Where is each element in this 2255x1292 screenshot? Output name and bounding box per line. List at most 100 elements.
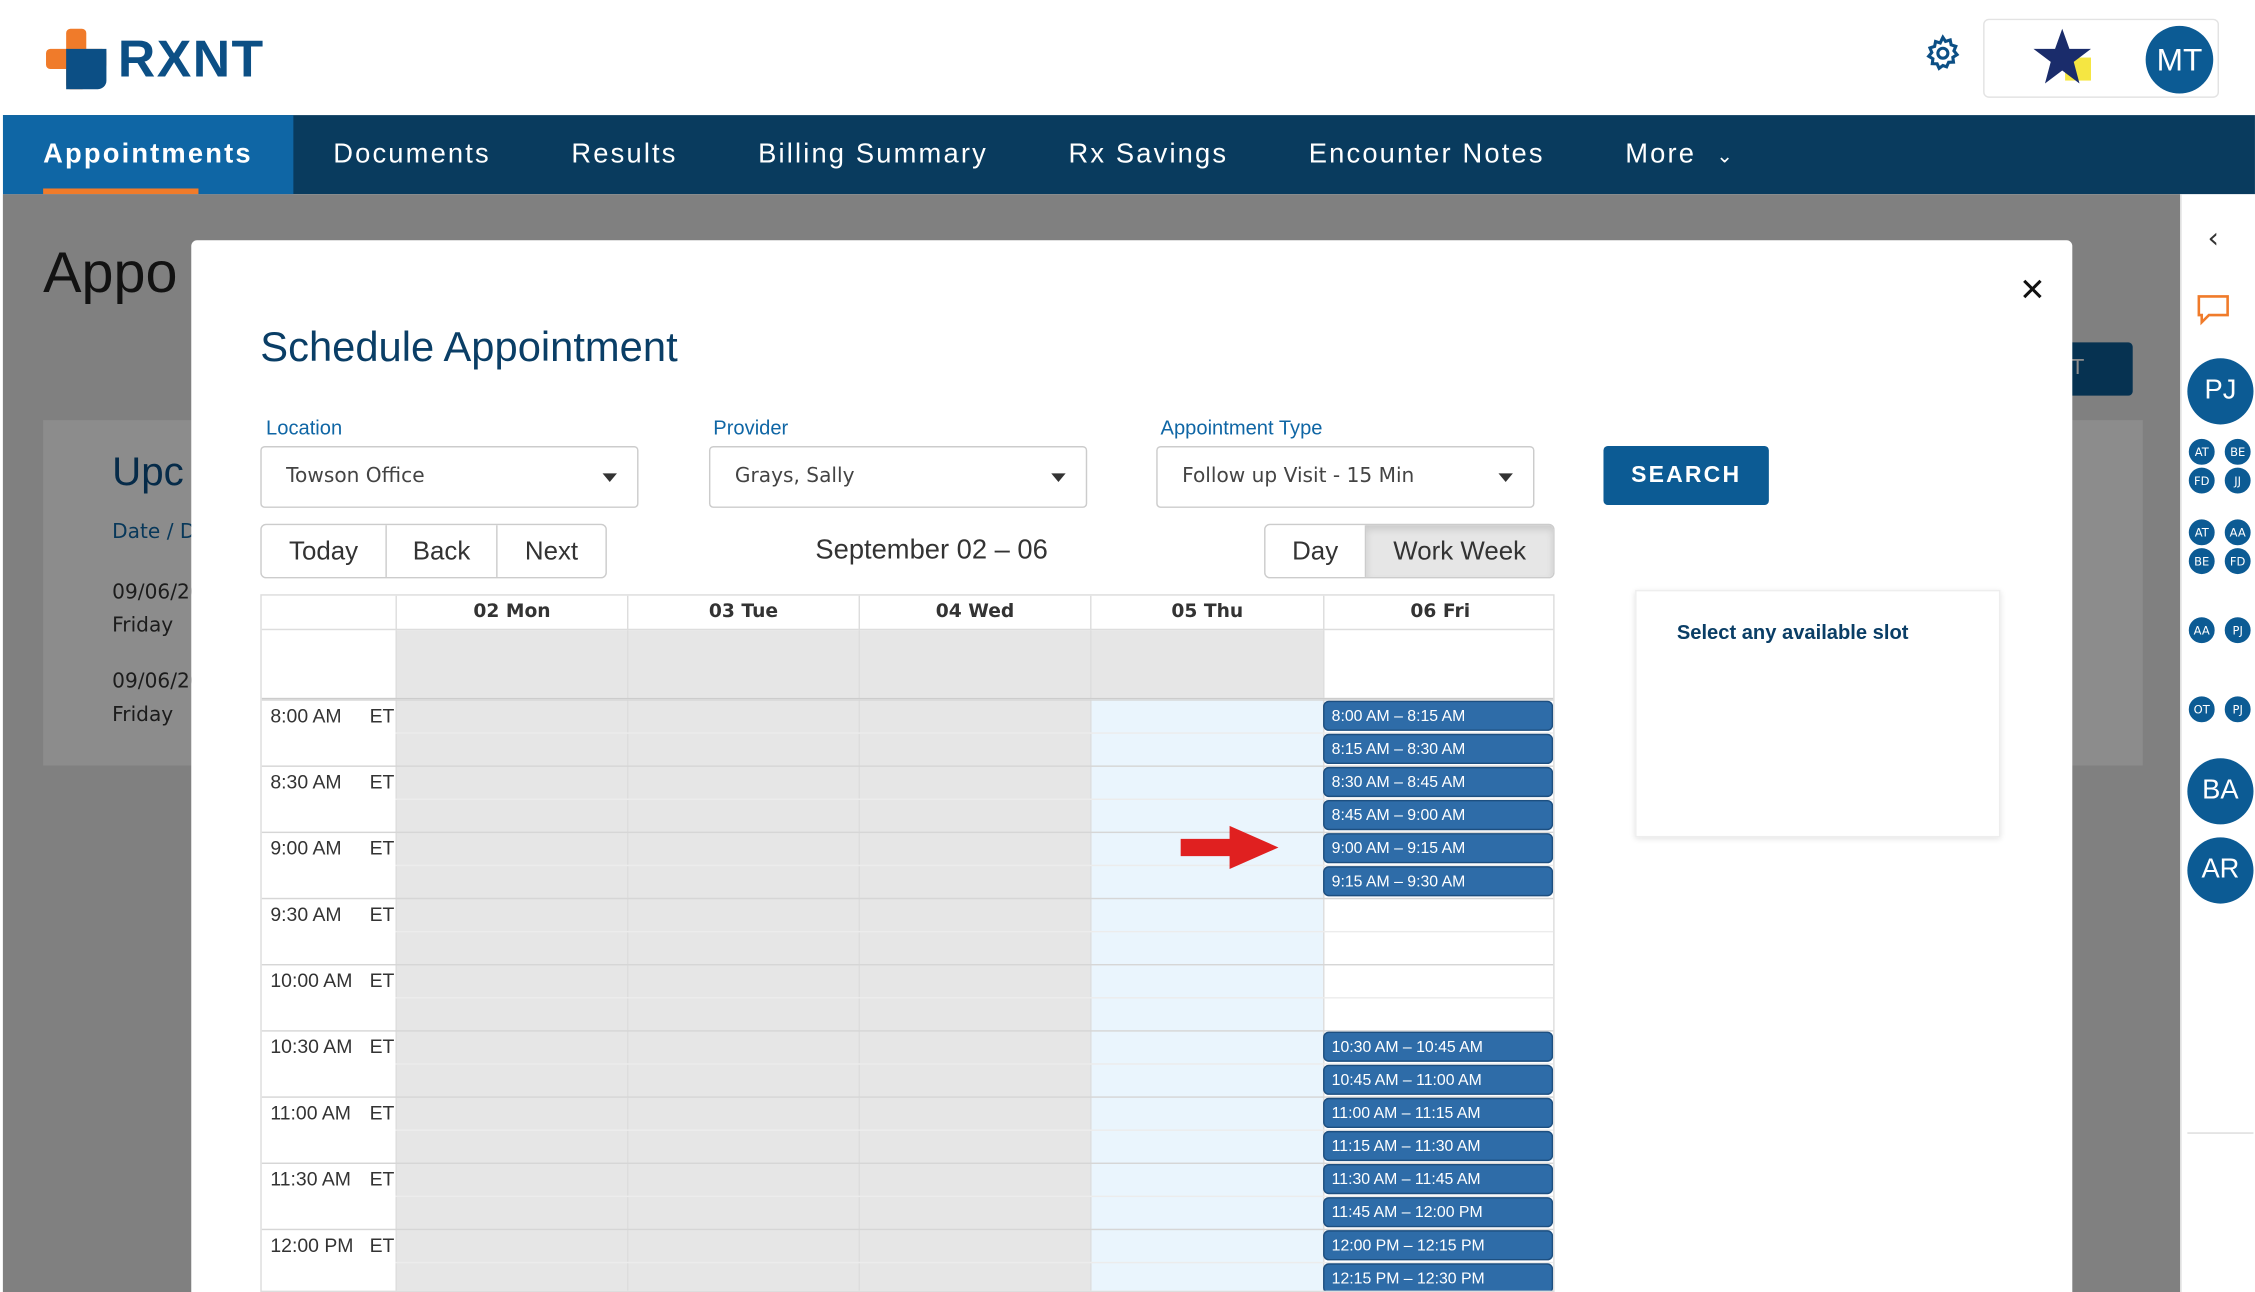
caret-down-icon <box>602 473 617 482</box>
available-slot[interactable]: 8:45 AM – 9:00 AM <box>1323 799 1554 831</box>
all-day-cell[interactable] <box>395 630 628 698</box>
right-sidebar: ‹ PJ AT BE FD JJ AT AA BE FD AA PJ OT PJ… <box>2180 194 2255 1292</box>
appointment-type-label: Appointment Type <box>1160 415 1323 439</box>
avatar-small[interactable]: AA <box>2223 517 2253 547</box>
avatar[interactable]: PJ <box>2187 358 2254 425</box>
search-button[interactable]: SEARCH <box>1603 446 1769 506</box>
day-column-mon[interactable] <box>395 699 628 1291</box>
day-header[interactable]: 02 Mon <box>395 595 628 631</box>
available-slot[interactable]: 10:30 AM – 10:45 AM <box>1323 1031 1554 1062</box>
time-text: 12:00 PM <box>270 1234 354 1257</box>
nav-more[interactable]: More ⌄ <box>1585 115 1776 194</box>
view-toggle-group: Day Work Week <box>1264 523 1555 579</box>
time-label: 10:30 AM ET <box>270 1036 394 1058</box>
logo-text: RXNT <box>117 28 265 88</box>
gear-icon[interactable] <box>1921 34 1964 78</box>
main-nav: Appointments Documents Results Billing S… <box>2 115 2255 195</box>
timezone-text: ET <box>369 969 395 992</box>
avatar-small[interactable]: OT <box>2187 694 2217 724</box>
avatar-small[interactable]: AT <box>2187 517 2217 547</box>
today-button[interactable]: Today <box>262 525 387 577</box>
avatar-small[interactable]: FD <box>2187 466 2217 495</box>
available-slot[interactable]: 9:15 AM – 9:30 AM <box>1323 866 1554 897</box>
day-header[interactable]: 06 Fri <box>1323 595 1554 631</box>
avatar-small[interactable]: BE <box>2187 546 2217 576</box>
provider-select[interactable]: Grays, Sally <box>708 446 1088 508</box>
back-button[interactable]: Back <box>387 525 498 577</box>
timezone-text: ET <box>369 837 395 859</box>
avatar-small[interactable]: JJ <box>2223 466 2253 495</box>
avatar[interactable]: AR <box>2187 837 2254 904</box>
day-header[interactable]: 04 Wed <box>858 595 1091 631</box>
nav-more-label: More <box>1625 139 1697 170</box>
work-week-view-button[interactable]: Work Week <box>1366 525 1554 577</box>
available-slot[interactable]: 10:45 AM – 11:00 AM <box>1323 1064 1554 1095</box>
caret-down-icon <box>1051 473 1066 482</box>
time-text: 11:00 AM <box>270 1102 351 1124</box>
available-slot[interactable]: 11:30 AM – 11:45 AM <box>1323 1163 1554 1195</box>
timezone-text: ET <box>369 903 395 926</box>
appointment-type-select[interactable]: Follow up Visit - 15 Min <box>1156 446 1535 508</box>
available-slot[interactable]: 12:15 PM – 12:30 PM <box>1323 1263 1554 1291</box>
slot-info-message: Select any available slot <box>1676 620 1909 644</box>
all-day-cell[interactable] <box>1323 630 1553 698</box>
nav-documents[interactable]: Documents <box>293 115 531 194</box>
time-label: 8:30 AM ET <box>270 771 394 793</box>
timezone-text: ET <box>369 1234 395 1257</box>
avatar-small[interactable]: FD <box>2223 546 2253 576</box>
day-header[interactable]: 03 Tue <box>627 595 859 631</box>
available-slot[interactable]: 11:00 AM – 11:15 AM <box>1323 1097 1554 1129</box>
time-label: 9:00 AM ET <box>270 837 394 859</box>
avatar-small[interactable]: BE <box>2223 437 2253 467</box>
nav-rx-savings[interactable]: Rx Savings <box>1028 115 1268 194</box>
avatar-small[interactable]: AA <box>2187 615 2217 645</box>
avatar-small[interactable]: AT <box>2187 437 2217 467</box>
all-day-cell[interactable] <box>1090 630 1324 698</box>
timezone-text: ET <box>369 1102 395 1124</box>
profile-box[interactable]: MT <box>1983 18 2219 98</box>
red-arrow-annotation <box>1180 825 1279 870</box>
all-day-cell[interactable] <box>858 630 1091 698</box>
provider-label: Provider <box>713 415 789 439</box>
available-slot[interactable]: 8:00 AM – 8:15 AM <box>1323 700 1554 731</box>
nav-appointments[interactable]: Appointments <box>2 115 293 195</box>
day-view-button[interactable]: Day <box>1266 525 1367 577</box>
close-icon[interactable]: ✕ <box>2019 276 2046 308</box>
available-slot[interactable]: 8:30 AM – 8:45 AM <box>1323 766 1554 798</box>
slot-info-card: Select any available slot <box>1635 589 2001 838</box>
next-button[interactable]: Next <box>498 525 606 577</box>
avatar[interactable]: BA <box>2187 758 2254 825</box>
grid-line <box>261 963 1554 966</box>
rxnt-logo[interactable]: RXNT <box>46 28 265 90</box>
grid-line <box>395 997 1554 999</box>
location-select[interactable]: Towson Office <box>260 446 639 508</box>
day-column-tue[interactable] <box>627 699 859 1291</box>
day-column-wed[interactable] <box>858 699 1091 1291</box>
day-column-thu-today[interactable] <box>1090 699 1324 1291</box>
chevron-left-icon[interactable]: ‹ <box>2207 220 2219 255</box>
nav-billing-summary[interactable]: Billing Summary <box>718 115 1028 194</box>
available-slot[interactable]: 11:45 AM – 12:00 PM <box>1323 1197 1554 1228</box>
time-text: 8:00 AM <box>270 705 342 727</box>
available-slot[interactable]: 12:00 PM – 12:15 PM <box>1323 1230 1554 1261</box>
sidebar-divider <box>2187 1132 2254 1134</box>
modal-title: Schedule Appointment <box>260 325 678 372</box>
nav-results[interactable]: Results <box>531 115 718 194</box>
all-day-cell[interactable] <box>627 630 859 698</box>
corner-cell <box>261 596 396 631</box>
day-header[interactable]: 05 Thu <box>1090 595 1324 631</box>
caret-down-icon <box>1498 473 1513 482</box>
available-slot[interactable]: 11:15 AM – 11:30 AM <box>1323 1130 1554 1162</box>
grid-line <box>261 897 1554 900</box>
available-slot[interactable]: 9:00 AM – 9:15 AM <box>1323 833 1554 864</box>
calendar-nav-group: Today Back Next <box>260 523 607 579</box>
avatar-small[interactable]: PJ <box>2223 615 2253 645</box>
nav-encounter-notes[interactable]: Encounter Notes <box>1268 115 1584 194</box>
available-slot[interactable]: 8:15 AM – 8:30 AM <box>1323 733 1554 765</box>
chat-icon[interactable] <box>2195 292 2235 327</box>
avatar-small[interactable]: PJ <box>2223 694 2253 724</box>
time-text: 9:30 AM <box>270 903 342 926</box>
time-label: 8:00 AM ET <box>270 705 394 727</box>
user-avatar[interactable]: MT <box>2145 25 2214 94</box>
time-label: 12:00 PM ET <box>270 1234 394 1257</box>
